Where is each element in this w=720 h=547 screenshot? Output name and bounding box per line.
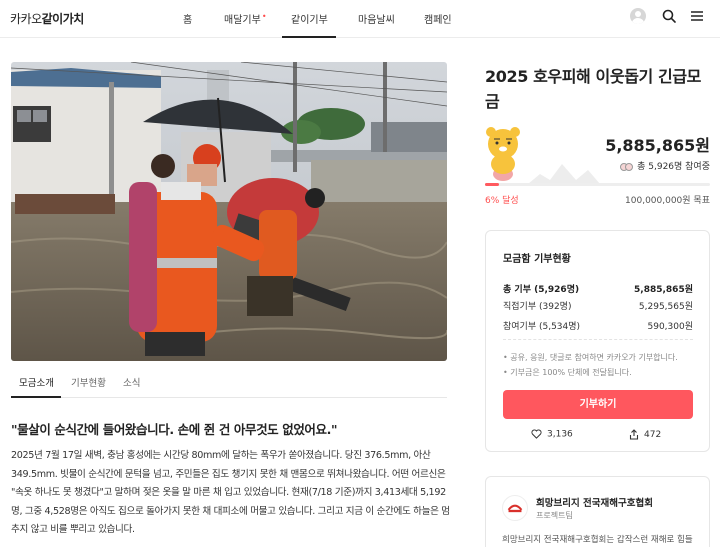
summary-title: 모금함 기부현황: [503, 254, 571, 265]
raised-amount: 5,885,865원: [605, 136, 710, 155]
search-icon[interactable]: [661, 8, 677, 24]
summary-row-label: 참여기부 (5,534명): [503, 322, 581, 332]
summary-divider: [503, 339, 693, 340]
org-type: 프로젝트팀: [536, 511, 573, 520]
progress-fill: [485, 183, 499, 186]
top-header: 카카오같이가치 홈 매달기부• 같이기부 마음날씨 캠페인: [0, 0, 720, 38]
participant-count: 총 5,926명 참여중: [600, 159, 710, 172]
nav-home[interactable]: 홈: [183, 11, 192, 26]
tab-active-indicator: [11, 396, 61, 398]
nav-active-indicator: [282, 36, 336, 38]
nav-campaign[interactable]: 캠페인: [424, 11, 452, 26]
share-count: 472: [644, 430, 662, 440]
donation-summary-card: 모금함 기부현황 총 기부 (5,926명) 5,885,865원 직접기부 (…: [485, 230, 710, 452]
summary-row-value: 590,300원: [647, 322, 694, 332]
flood-rescue-photo: [11, 62, 447, 361]
summary-row-value: 5,295,565원: [638, 302, 693, 312]
heart-icon: [531, 429, 542, 439]
share-icon: [629, 429, 639, 440]
summary-note: • 기부금은 100% 단체에 전달됩니다.: [503, 368, 632, 377]
story-body: 2025년 7월 17일 새벽, 충남 홍성에는 시간당 80mm에 달하는 폭…: [11, 450, 450, 535]
participants-icon: [620, 162, 634, 171]
summary-row-label: 총 기부 (5,926명): [503, 285, 580, 295]
nav-together-label: 같이기부: [291, 15, 328, 26]
ryan-mascot-icon: [486, 127, 520, 181]
org-description: 희망브리지 전국재해구호협회는 갑작스런 재해로 힘들: [502, 535, 693, 545]
nav-monthly-label: 매달기부: [224, 15, 261, 26]
summary-row-value: 5,885,865원: [634, 285, 693, 295]
like-button[interactable]: 3,136: [531, 429, 573, 440]
percent-achieved: 6% 달성: [485, 196, 519, 206]
nav-together[interactable]: 같이기부: [291, 11, 328, 26]
goal-amount: 100,000,000원 목표: [625, 196, 710, 206]
summary-row-total: 총 기부 (5,926명) 5,885,865원: [503, 282, 693, 295]
nav-campaign-label: 캠페인: [424, 15, 452, 26]
tab-intro[interactable]: 모금소개: [19, 375, 54, 389]
nav-monthly[interactable]: 매달기부•: [224, 11, 267, 26]
logo-prefix: 카카오: [10, 12, 42, 26]
profile-avatar[interactable]: [630, 8, 646, 24]
new-dot: •: [261, 12, 267, 21]
nav-weather-label: 마음날씨: [358, 15, 395, 26]
content-tabs: 모금소개 기부현황 소식: [11, 366, 447, 398]
kakao-logo[interactable]: 카카오같이가치: [10, 10, 84, 27]
summary-row-label: 직접기부 (392명): [503, 302, 572, 312]
menu-icon[interactable]: [689, 8, 705, 24]
org-name: 희망브리지 전국재해구호협회: [536, 498, 653, 509]
participants-label: 총 5,926명 참여중: [637, 162, 710, 172]
campaign-title: 2025 호우피해 이웃돕기 긴급모금: [485, 67, 701, 111]
progress-bar: [485, 183, 710, 186]
organization-card[interactable]: 희망브리지 전국재해구호협회 프로젝트팀 희망브리지 전국재해구호협회는 갑작스…: [485, 476, 710, 547]
summary-row-participation: 참여기부 (5,534명) 590,300원: [503, 319, 693, 332]
tab-news[interactable]: 소식: [123, 375, 140, 389]
tab-donation-status[interactable]: 기부현황: [71, 375, 106, 389]
donate-button[interactable]: 기부하기: [503, 390, 693, 419]
hope-bridge-logo-icon: [502, 495, 528, 521]
summary-row-direct: 직접기부 (392명) 5,295,565원: [503, 299, 693, 312]
summary-note: • 공유, 응원, 댓글로 참여하면 카카오가 기부합니다.: [503, 353, 678, 362]
story-quote: "물살이 순식간에 들어왔습니다. 손에 쥔 건 아무것도 없었어요.": [11, 422, 338, 437]
nav-home-label: 홈: [183, 15, 193, 26]
nav-weather[interactable]: 마음날씨: [358, 11, 395, 26]
like-count: 3,136: [547, 429, 573, 440]
share-button[interactable]: 472: [629, 429, 661, 440]
logo-bold: 같이가치: [41, 12, 85, 26]
